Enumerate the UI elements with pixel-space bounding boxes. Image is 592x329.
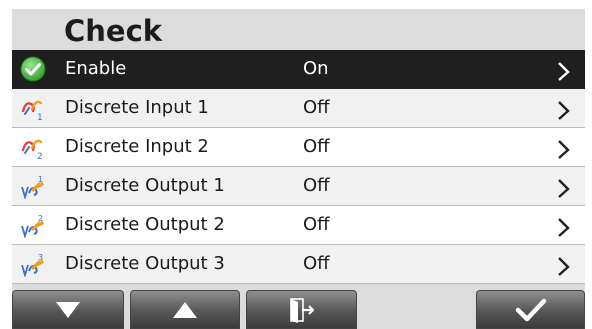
chevron-right-icon (558, 218, 570, 237)
discrete-input-2-icon: 2 (21, 139, 43, 160)
arrow-up-icon (173, 301, 197, 318)
enable-label: Enable (65, 58, 127, 79)
confirm-button[interactable] (476, 290, 585, 329)
check-panel: Check Enable On 1 Discrete Input 1 Off 2… (12, 9, 585, 329)
svg-text:1: 1 (37, 113, 43, 121)
svg-text:2: 2 (38, 214, 43, 223)
discrete-output-1-value: Off (303, 175, 330, 196)
scroll-up-button[interactable] (130, 290, 240, 329)
list-item-discrete-output-3[interactable]: 3 Discrete Output 3 Off (12, 245, 585, 284)
discrete-input-1-icon: 1 (21, 100, 43, 121)
discrete-output-3-icon: 3 (21, 253, 44, 277)
discrete-input-1-value: Off (303, 97, 330, 118)
enable-value: On (303, 58, 329, 79)
list-item-discrete-output-1[interactable]: 1 Discrete Output 1 Off (12, 167, 585, 206)
discrete-input-1-label: Discrete Input 1 (65, 97, 209, 118)
checkmark-circle-icon (20, 56, 46, 82)
chevron-right-icon (558, 179, 570, 198)
discrete-input-2-value: Off (303, 136, 330, 157)
softkey-bar (12, 290, 585, 329)
svg-text:2: 2 (37, 152, 43, 160)
page-title: Check (64, 14, 163, 48)
exit-button[interactable] (246, 290, 357, 329)
svg-text:1: 1 (38, 175, 43, 184)
exit-door-icon (289, 297, 314, 323)
chevron-right-icon (558, 257, 570, 276)
discrete-output-1-label: Discrete Output 1 (65, 175, 225, 196)
discrete-output-2-value: Off (303, 214, 330, 235)
discrete-input-2-label: Discrete Input 2 (65, 136, 209, 157)
list-item-enable[interactable]: Enable On (12, 50, 585, 89)
arrow-down-icon (56, 301, 80, 318)
discrete-output-3-value: Off (303, 253, 330, 274)
chevron-right-icon (558, 101, 570, 120)
discrete-output-3-label: Discrete Output 3 (65, 253, 225, 274)
discrete-output-2-icon: 2 (21, 214, 44, 238)
discrete-output-2-label: Discrete Output 2 (65, 214, 225, 235)
settings-list: Enable On 1 Discrete Input 1 Off 2 Discr… (12, 50, 585, 284)
list-item-discrete-output-2[interactable]: 2 Discrete Output 2 Off (12, 206, 585, 245)
discrete-output-1-icon: 1 (21, 175, 44, 199)
chevron-right-icon (558, 62, 570, 81)
list-item-discrete-input-2[interactable]: 2 Discrete Input 2 Off (12, 128, 585, 167)
screen: Check Enable On 1 Discrete Input 1 Off 2… (0, 0, 592, 329)
checkmark-icon (515, 298, 546, 321)
scroll-down-button[interactable] (12, 290, 124, 329)
chevron-right-icon (558, 140, 570, 159)
list-item-discrete-input-1[interactable]: 1 Discrete Input 1 Off (12, 89, 585, 128)
svg-text:3: 3 (38, 253, 43, 262)
